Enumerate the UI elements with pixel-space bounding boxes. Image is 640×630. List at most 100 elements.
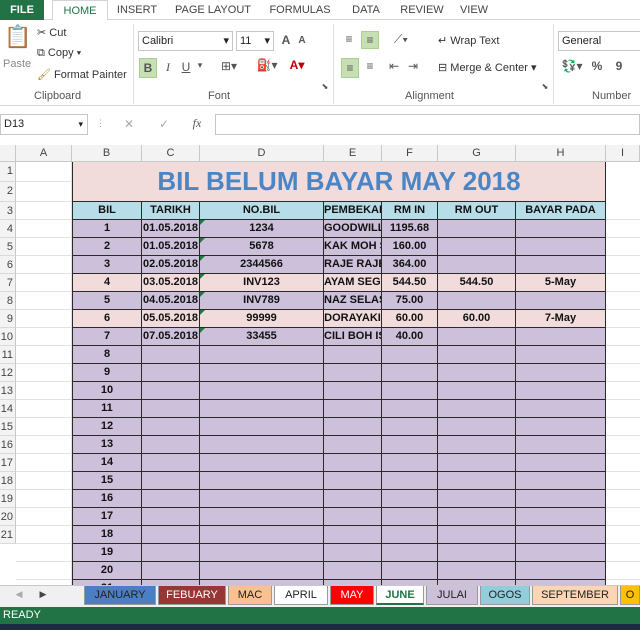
cell[interactable] <box>200 454 324 472</box>
cell[interactable]: 1195.68 <box>382 220 438 238</box>
cell[interactable]: 1234 <box>200 220 324 238</box>
cell[interactable]: 364.00 <box>382 256 438 274</box>
borders-icon[interactable]: ⊞▾ <box>218 59 240 73</box>
cell[interactable]: 40.00 <box>382 328 438 346</box>
paste-icon[interactable]: 📋 <box>4 24 31 54</box>
cell[interactable]: 544.50 <box>382 274 438 292</box>
cell[interactable] <box>516 400 606 418</box>
row-header-15[interactable]: 15 <box>0 418 16 436</box>
cell[interactable]: 160.00 <box>382 238 438 256</box>
cell[interactable] <box>382 436 438 454</box>
cell[interactable] <box>142 364 200 382</box>
column-header-f[interactable]: F <box>382 145 438 162</box>
cell[interactable] <box>606 472 640 490</box>
cell[interactable] <box>516 526 606 544</box>
cell[interactable] <box>200 364 324 382</box>
cell[interactable] <box>438 490 516 508</box>
cell[interactable] <box>200 472 324 490</box>
scroll-left-icon[interactable]: ◀ <box>14 589 24 600</box>
comma-style-button[interactable]: 9 <box>612 59 626 73</box>
row-header-19[interactable]: 19 <box>0 490 16 508</box>
sheet-tab-mac[interactable]: MAC <box>228 586 272 605</box>
cell[interactable] <box>516 238 606 256</box>
cell[interactable] <box>516 418 606 436</box>
column-header-c[interactable]: C <box>142 145 200 162</box>
cell[interactable]: KAK MOH SETIU <box>324 238 382 256</box>
cell[interactable]: 5 <box>72 292 142 310</box>
select-all-corner[interactable] <box>0 145 16 162</box>
align-right-icon[interactable]: ≡ <box>362 59 378 73</box>
wrap-text-button[interactable]: ↵ Wrap Text <box>438 34 499 47</box>
cell[interactable]: 75.00 <box>382 292 438 310</box>
cell[interactable] <box>606 274 640 292</box>
cell[interactable] <box>200 382 324 400</box>
cell[interactable]: 60.00 <box>438 310 516 328</box>
cell[interactable] <box>606 364 640 382</box>
cell[interactable] <box>606 292 640 310</box>
cell[interactable] <box>324 382 382 400</box>
row-header-20[interactable]: 20 <box>0 508 16 526</box>
cell[interactable] <box>16 364 72 382</box>
row-header-18[interactable]: 18 <box>0 472 16 490</box>
row-header-14[interactable]: 14 <box>0 400 16 418</box>
cell[interactable] <box>516 364 606 382</box>
cut-button[interactable]: ✂ Cut <box>37 26 66 39</box>
cell[interactable] <box>438 436 516 454</box>
cell[interactable]: 3 <box>72 256 142 274</box>
row-header-8[interactable]: 8 <box>0 292 16 310</box>
cell[interactable] <box>382 400 438 418</box>
cell[interactable] <box>438 238 516 256</box>
cell[interactable]: INV789 <box>200 292 324 310</box>
format-painter-button[interactable]: 🖌 Format Painter <box>37 68 127 81</box>
sheet-tab-september[interactable]: SEPTEMBER <box>532 586 618 605</box>
number-format-select[interactable]: General <box>558 31 640 51</box>
column-header-g[interactable]: G <box>438 145 516 162</box>
cell[interactable] <box>382 454 438 472</box>
cell[interactable] <box>142 490 200 508</box>
cell[interactable] <box>382 472 438 490</box>
cell[interactable] <box>324 418 382 436</box>
font-color-icon[interactable]: A▾ <box>285 58 309 72</box>
font-name-select[interactable]: Calibri ▾ <box>138 31 233 51</box>
cell[interactable] <box>606 328 640 346</box>
row-header-5[interactable]: 5 <box>0 238 16 256</box>
sheet-title[interactable]: BIL BELUM BAYAR MAY 2018 <box>72 162 606 202</box>
cell[interactable] <box>324 454 382 472</box>
row-header-1[interactable]: 1 <box>0 162 16 182</box>
cell[interactable]: 6 <box>72 310 142 328</box>
increase-indent-icon[interactable]: ⇥ <box>405 59 421 73</box>
cell[interactable]: 544.50 <box>438 274 516 292</box>
cell[interactable]: 5-May <box>516 274 606 292</box>
cell[interactable] <box>16 274 72 292</box>
column-title-rm-out[interactable]: RM OUT <box>438 202 516 220</box>
cell[interactable] <box>606 382 640 400</box>
ribbon-tab-insert[interactable]: INSERT <box>110 0 164 20</box>
cell[interactable] <box>200 544 324 562</box>
cell[interactable] <box>516 562 606 580</box>
cell[interactable]: 2 <box>72 238 142 256</box>
cell[interactable] <box>16 328 72 346</box>
cell[interactable]: 01.05.2018 <box>142 220 200 238</box>
cell[interactable] <box>606 544 640 562</box>
row-header-11[interactable]: 11 <box>0 346 16 364</box>
cell[interactable]: 12 <box>72 418 142 436</box>
cell[interactable] <box>516 220 606 238</box>
column-title-bil[interactable]: BIL <box>72 202 142 220</box>
cell[interactable]: 9 <box>72 364 142 382</box>
cell[interactable]: RAJE RAJESWARY <box>324 256 382 274</box>
cell[interactable] <box>324 526 382 544</box>
cell[interactable] <box>438 562 516 580</box>
cell[interactable] <box>200 418 324 436</box>
cell[interactable] <box>200 436 324 454</box>
cell[interactable] <box>16 544 72 562</box>
underline-button[interactable]: U <box>179 60 193 74</box>
cell[interactable] <box>324 490 382 508</box>
cell[interactable] <box>606 256 640 274</box>
orientation-icon[interactable]: ⟋▾ <box>389 32 413 47</box>
cell[interactable]: INV123 <box>200 274 324 292</box>
cell[interactable]: 19 <box>72 544 142 562</box>
cell[interactable] <box>324 544 382 562</box>
cell[interactable] <box>516 328 606 346</box>
cell[interactable] <box>438 364 516 382</box>
grow-font-icon[interactable]: A <box>279 33 293 47</box>
